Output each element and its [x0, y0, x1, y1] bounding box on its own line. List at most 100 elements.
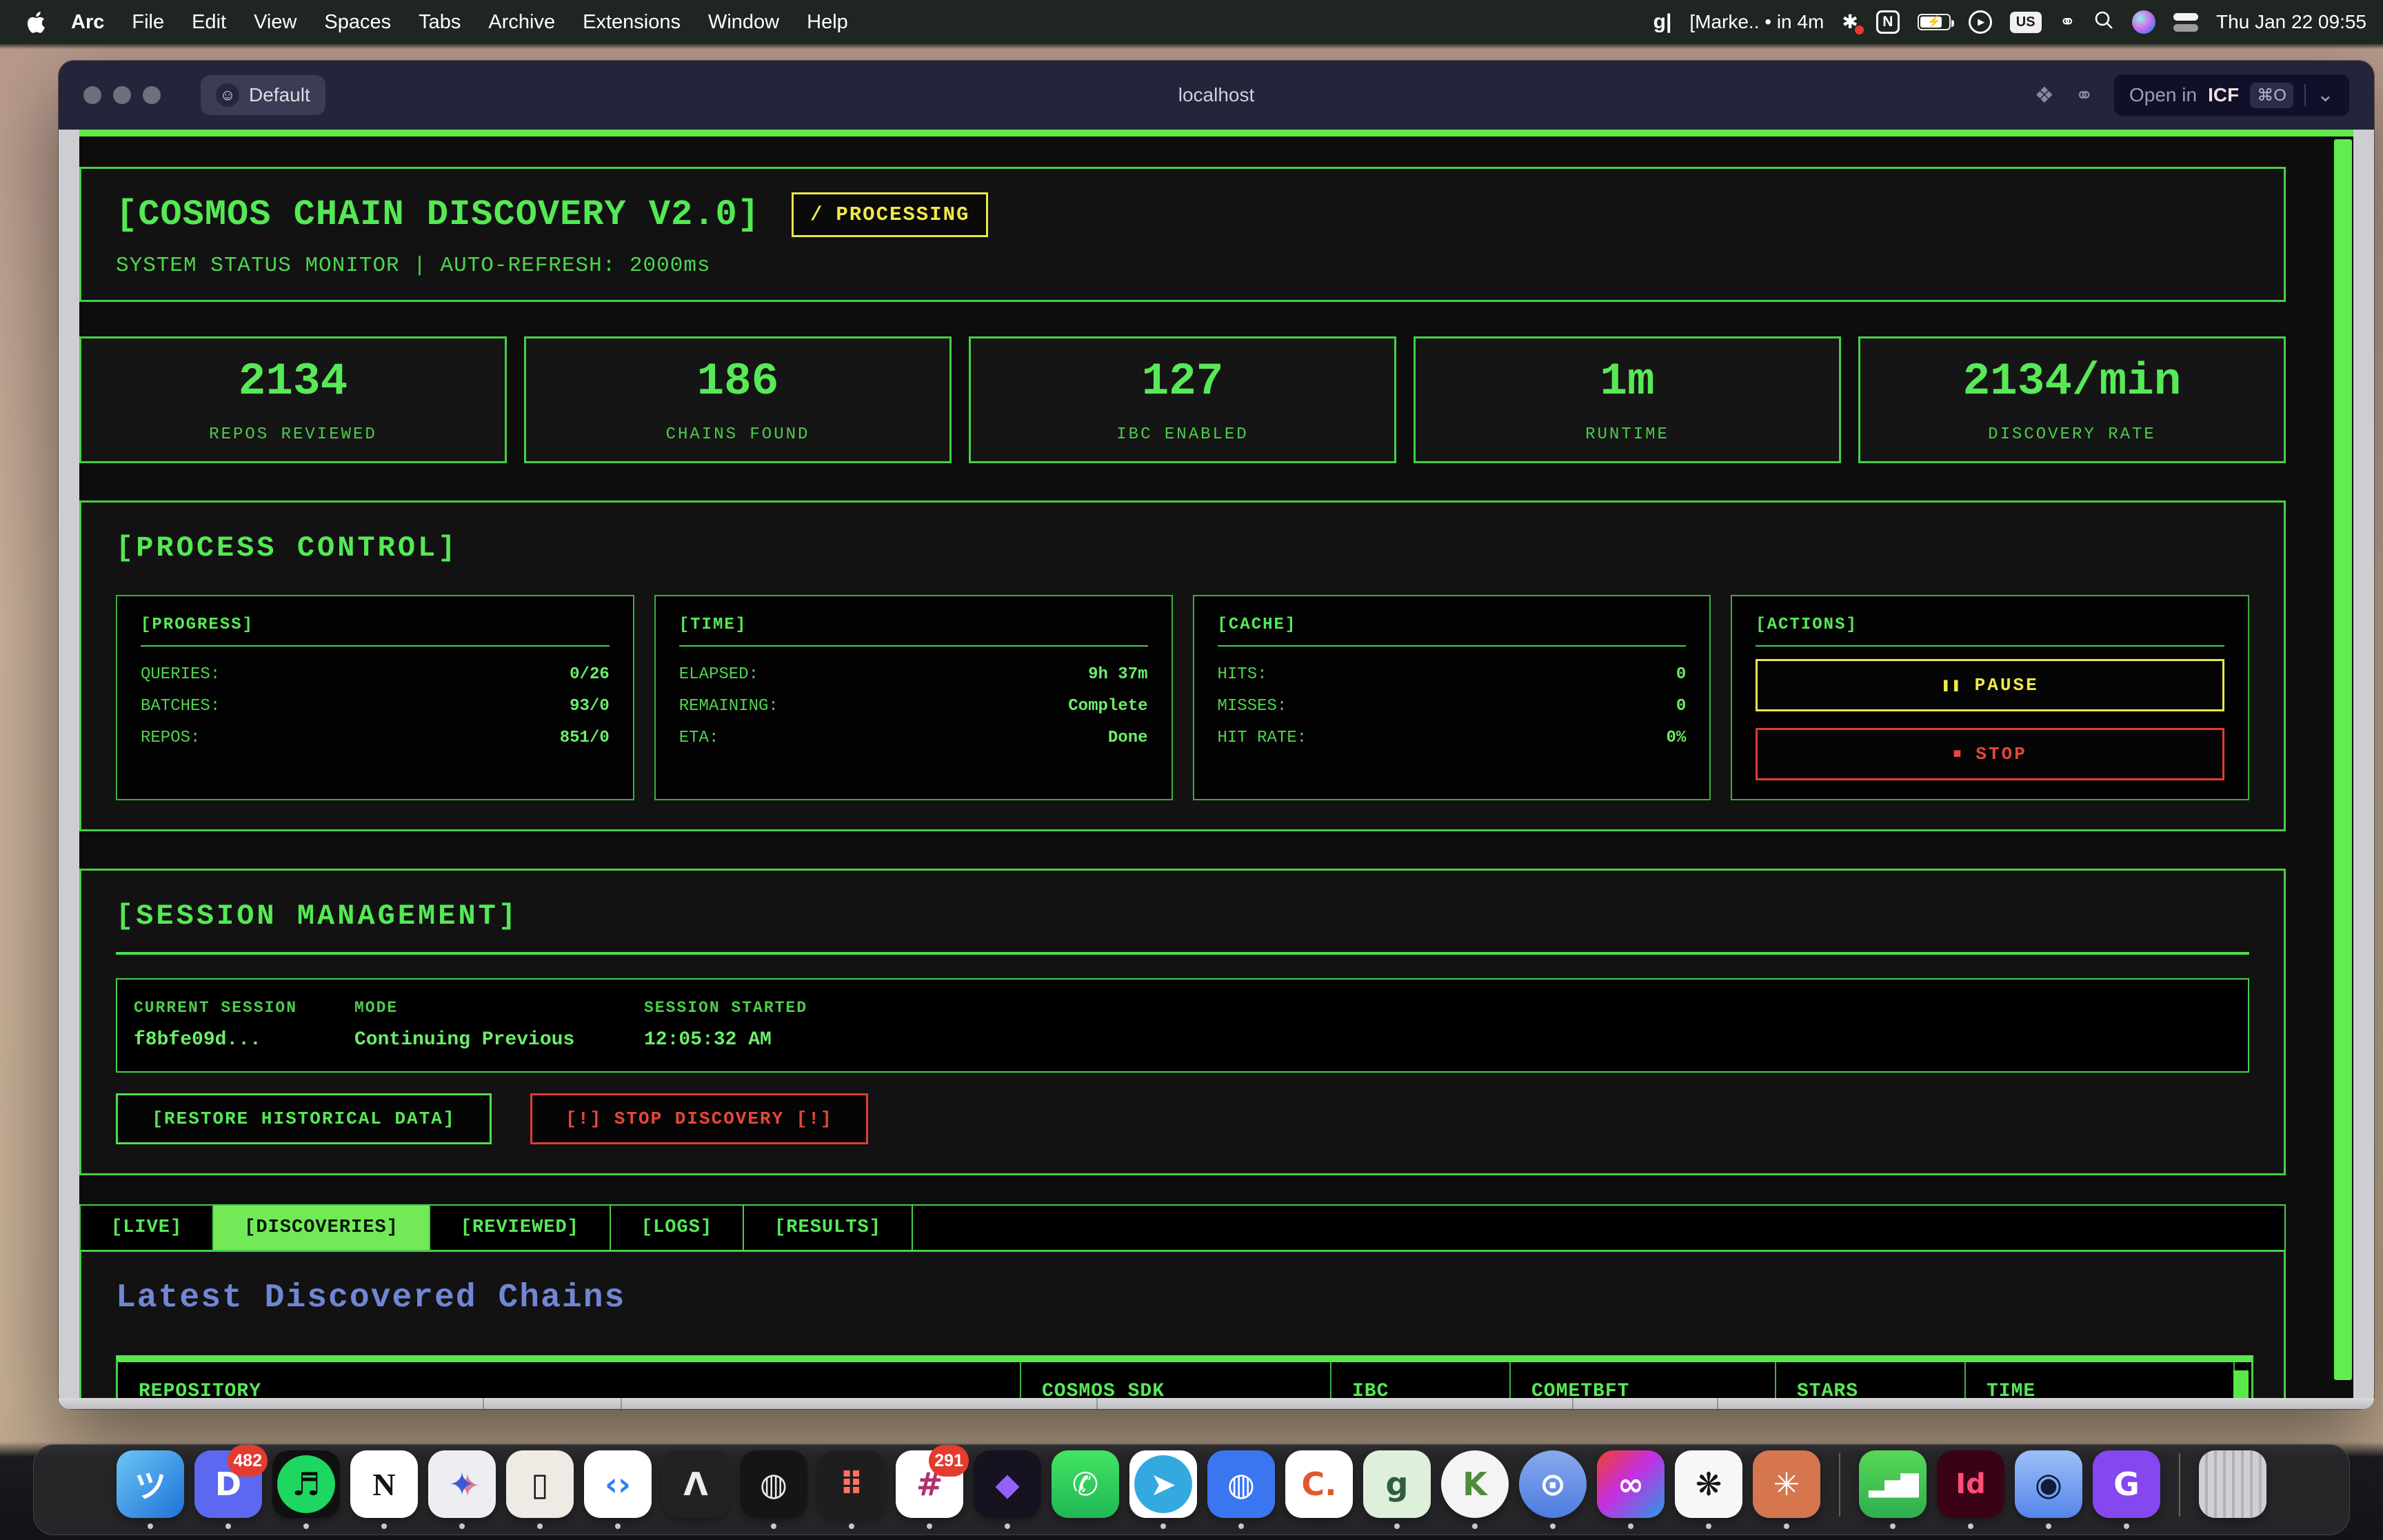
dock-spotify-icon[interactable]: ♬ [272, 1450, 340, 1529]
dock-finder-icon[interactable]: ツ [117, 1450, 184, 1529]
butterfly-icon[interactable]: ✱ [1842, 12, 1858, 32]
running-indicator [1784, 1523, 1789, 1529]
open-in-button[interactable]: Open in ICF ⌘O ⌄ [2114, 74, 2349, 116]
control-center-icon[interactable] [2173, 13, 2198, 32]
dock-striped-disc-icon[interactable]: ◍ [740, 1450, 807, 1529]
menu-item-help[interactable]: Help [807, 11, 848, 34]
tab-discoveries[interactable]: [DISCOVERIES] [214, 1206, 430, 1250]
dock: ツ 482 D ♬ N ✦ ▯ ‹› Λ ◍ ⠿ 291 # [33, 1444, 2350, 1535]
stat-value: 186 [697, 356, 779, 407]
dock-signal-icon[interactable]: ◍ [1207, 1450, 1275, 1529]
dock-claude-icon[interactable]: ✳ [1753, 1450, 1820, 1529]
menu-item-extensions[interactable]: Extensions [583, 11, 681, 34]
dock-notion-icon[interactable]: N [350, 1450, 418, 1529]
dock-key-icon[interactable]: K [1441, 1450, 1509, 1529]
panel-row: REMAINING:Complete [679, 691, 1148, 722]
tab-results[interactable]: [RESULTS] [744, 1206, 913, 1250]
page-scrollbar[interactable] [2334, 139, 2352, 1380]
menu-items: Arc File Edit View Spaces Tabs Archive Extensio… [71, 11, 848, 34]
tab-filler [913, 1206, 2284, 1250]
divider [1572, 1398, 1573, 1409]
dock-camera-icon[interactable]: ◉ [2015, 1450, 2082, 1529]
dock-divider [1839, 1453, 1840, 1517]
siri-icon[interactable] [2132, 10, 2155, 34]
close-button[interactable] [83, 86, 101, 104]
menu-item-arc[interactable]: Arc [71, 11, 104, 34]
copy-link-icon[interactable]: ⚭ [2075, 82, 2093, 108]
stat-value: 1m [1600, 356, 1654, 407]
dock-adobe-cc-icon[interactable]: ∞ [1597, 1450, 1665, 1529]
battery-icon[interactable]: ⚡ [1918, 14, 1951, 30]
menu-item-window[interactable]: Window [708, 11, 779, 34]
dock-superwhisper-icon[interactable]: g [1363, 1450, 1431, 1529]
column-header-cometbft[interactable]: COMETBFT [1511, 1362, 1776, 1398]
menu-item-tabs[interactable]: Tabs [419, 11, 461, 34]
column-header-stars[interactable]: STARS [1776, 1362, 1966, 1398]
column-header-ibc[interactable]: IBC [1331, 1362, 1511, 1398]
restore-historical-button[interactable]: [RESTORE HISTORICAL DATA] [116, 1093, 492, 1144]
dock-vscode-icon[interactable]: ‹› [584, 1450, 652, 1529]
link-icon[interactable]: ⚭ [2060, 12, 2075, 32]
session-title: [SESSION MANAGEMENT] [116, 900, 2249, 933]
dock-obsidian-icon[interactable]: ◆ [974, 1450, 1041, 1529]
dock-telegram-icon[interactable]: ➤ [1129, 1450, 1197, 1529]
menu-clock[interactable]: Thu Jan 22 09:55 [2216, 11, 2366, 33]
chevron-down-icon[interactable]: ⌄ [2317, 91, 2334, 99]
dock-trash-icon[interactable] [2199, 1450, 2266, 1529]
dock-github-icon[interactable]: G [2093, 1450, 2160, 1529]
menu-item-edit[interactable]: Edit [192, 11, 226, 34]
play-icon[interactable]: ▶ [1969, 10, 1992, 34]
dock-geometric-a-icon[interactable]: Λ [662, 1450, 730, 1529]
processing-label: PROCESSING [836, 203, 969, 226]
stop-discovery-button[interactable]: [!] STOP DISCOVERY [!] [530, 1093, 868, 1144]
dock-whatsapp-icon[interactable]: ✆ [1052, 1450, 1119, 1529]
window-bottom-frame [59, 1398, 2374, 1409]
dock-chatgpt-icon[interactable]: ❋ [1675, 1450, 1742, 1529]
dock-1password-icon[interactable]: ⊙ [1519, 1450, 1587, 1529]
address-display[interactable]: localhost [1178, 84, 1255, 106]
reminder-status[interactable]: [Marke.. • in 4m [1689, 11, 1824, 33]
divider [116, 952, 2249, 955]
space-pill[interactable]: ☺ Default [201, 75, 325, 115]
notion-status-icon[interactable]: N [1876, 10, 1900, 34]
zoom-button[interactable] [143, 86, 161, 104]
running-indicator [1472, 1523, 1478, 1529]
menu-item-view[interactable]: View [254, 11, 296, 34]
session-field-current-session: CURRENT SESSIONf8bfe09d... [134, 999, 354, 1051]
menu-item-archive[interactable]: Archive [488, 11, 555, 34]
menu-bar: Arc File Edit View Spaces Tabs Archive Extensio… [0, 0, 2383, 44]
dock-slack-icon[interactable]: 291 # [896, 1450, 963, 1529]
minimize-button[interactable] [113, 86, 131, 104]
menu-item-file[interactable]: File [132, 11, 164, 34]
search-icon[interactable] [2093, 10, 2114, 35]
table-scrollbar[interactable] [2233, 1370, 2249, 1398]
tab-live[interactable]: [LIVE] [81, 1206, 214, 1250]
pause-button[interactable]: ❚❚ PAUSE [1756, 659, 2224, 711]
dock-indesign-icon[interactable]: Id [1937, 1450, 2004, 1529]
stat-value: 2134/min [1963, 356, 2182, 407]
tab-reviewed[interactable]: [REVIEWED] [430, 1206, 611, 1250]
dock-iphone-mirroring-icon[interactable]: ▯ [506, 1450, 574, 1529]
dock-star-doodle-icon[interactable]: ✦ [428, 1450, 496, 1529]
pause-icon: ❚❚ [1942, 676, 1962, 694]
extensions-puzzle-icon[interactable]: ❖ [2035, 82, 2055, 108]
column-header-time[interactable]: TIME [1966, 1362, 2235, 1398]
superwhisper-icon[interactable]: g| [1653, 10, 1672, 34]
column-header-repository[interactable]: REPOSITORY [118, 1362, 1021, 1398]
stat-card-discovery-rate: 2134/min DISCOVERY RATE [1858, 336, 2286, 463]
column-header-cosmos-sdk[interactable]: COSMOS SDK [1021, 1362, 1331, 1398]
divider [1756, 645, 2224, 647]
session-field-session-started: SESSION STARTED12:05:32 AM [644, 999, 2248, 1051]
dock-figma-icon[interactable]: ⠿ [818, 1450, 885, 1529]
menu-item-spaces[interactable]: Spaces [324, 11, 391, 34]
apple-menu-icon[interactable] [28, 12, 45, 33]
input-source[interactable]: US [2010, 12, 2042, 33]
title-bar: ☺ Default localhost ❖ ⚭ Open in ICF ⌘O ⌄ [59, 61, 2374, 130]
stop-button[interactable]: ■ STOP [1756, 728, 2224, 780]
panel-row: HITS:0 [1218, 659, 1687, 691]
dock-numbers-icon[interactable]: ▂▅▇ [1859, 1450, 1927, 1529]
dock-c-dot-icon[interactable]: C. [1285, 1450, 1353, 1529]
table-header-row: REPOSITORYCOSMOS SDKIBCCOMETBFTSTARSTIME [118, 1362, 2251, 1398]
tab-logs[interactable]: [LOGS] [611, 1206, 744, 1250]
dock-discord-icon[interactable]: 482 D [194, 1450, 262, 1529]
